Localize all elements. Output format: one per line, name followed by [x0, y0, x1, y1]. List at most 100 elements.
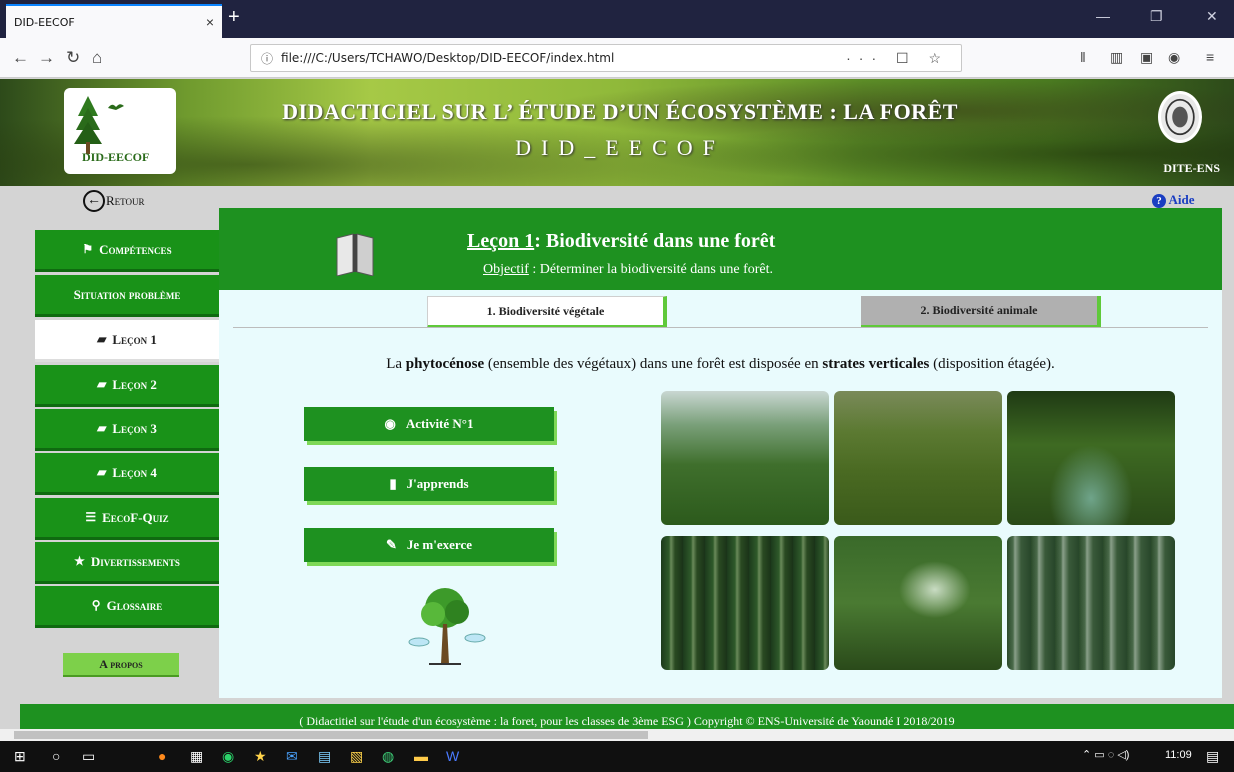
forest-texture [0, 79, 1234, 186]
forest-photo-5[interactable] [834, 536, 1002, 670]
main-panel: Leçon 1: Biodiversité dans une forêt Obj… [219, 208, 1222, 698]
search-icon: ⚲ [91, 598, 101, 612]
activite-button[interactable]: ◉ Activité N°1 [304, 407, 554, 441]
browser-tab-bar: DID-EECOF × + — ❐ ✕ [0, 0, 1234, 38]
restore-icon[interactable]: ❐ [1150, 8, 1163, 25]
book-icon: ▰ [97, 332, 107, 346]
lesson-number: Leçon 1 [467, 230, 535, 252]
forward-icon[interactable]: → [38, 48, 55, 68]
explorer-icon[interactable]: ▬ [414, 748, 428, 764]
folder-app-icon[interactable]: ▧ [350, 748, 363, 765]
sidebar-item-label: EecoF-Quiz [102, 509, 169, 525]
star-icon: ★ [74, 554, 85, 568]
tab-divider [233, 327, 1208, 328]
japprends-button[interactable]: ▮ J'apprends [304, 467, 554, 501]
firefox-icon[interactable]: ● [158, 748, 166, 764]
tray-icons[interactable]: ⌃ ▭ ◌ ◁) [1082, 748, 1129, 761]
sidebar-item-label: Leçon 1 [112, 331, 157, 347]
flag-icon: ⚑ [82, 242, 94, 256]
task-view-icon[interactable]: ▭ [82, 748, 95, 765]
help-link[interactable]: ? Aide [1152, 192, 1195, 208]
forest-photo-4[interactable] [661, 536, 829, 670]
windows-start-icon[interactable]: ⊞ [14, 748, 26, 765]
forest-photo-1[interactable] [661, 391, 829, 525]
intro-bold: phytocénose [405, 356, 485, 372]
sidebar-item-lecon-4[interactable]: ▰ Leçon 4 [35, 453, 219, 495]
browser-tab[interactable]: DID-EECOF × [6, 4, 222, 38]
je-mexerce-button[interactable]: ✎ Je m'exerce [304, 528, 554, 562]
extension-icon[interactable]: ▣ [1140, 49, 1153, 66]
site-banner: DID-EECOF DIDACTICIEL SUR L’ ÉTUDE D’UN … [0, 79, 1234, 186]
lesson-name: : Biodiversité dans une forêt [534, 230, 776, 252]
minimize-icon[interactable]: — [1096, 8, 1110, 24]
url-text[interactable]: file:///C:/Users/TCHAWO/Desktop/DID-EECO… [281, 51, 614, 65]
sidebar-item-glossaire[interactable]: ⚲ Glossaire [35, 586, 219, 628]
browser-nav-bar: ← → ↻ ⌂ ⓘ file:///C:/Users/TCHAWO/Deskto… [0, 38, 1234, 78]
tree-illustration-icon [408, 588, 486, 665]
page-actions[interactable]: ··· ☐ ☆ [846, 50, 949, 67]
browser-icon[interactable]: ◍ [382, 748, 394, 765]
about-button[interactable]: A propos [63, 653, 179, 677]
close-window-icon[interactable]: ✕ [1206, 8, 1218, 25]
tab-biodiversite-vegetale[interactable]: 1. Biodiversité végétale [427, 296, 667, 328]
university-seal-icon [1158, 91, 1202, 143]
sidebar-item-label: Leçon 4 [112, 464, 157, 480]
book-icon: ▰ [97, 465, 107, 479]
objective-label: Objectif [483, 262, 529, 277]
action-label: J'apprends [406, 476, 469, 491]
app-icon[interactable]: ▦ [190, 748, 203, 765]
library-icon[interactable]: ‖ [1080, 49, 1086, 65]
clock[interactable]: 11:09 [1165, 749, 1192, 761]
extension-icon-2[interactable]: ◉ [1168, 49, 1180, 66]
forest-photo-2[interactable] [834, 391, 1002, 525]
book-icon: ▮ [389, 476, 397, 491]
reload-icon[interactable]: ↻ [66, 48, 80, 68]
action-label: Je m'exerce [406, 537, 472, 552]
intro-bold: strates verticales [822, 356, 930, 372]
back-label: Retour [106, 193, 145, 208]
back-link[interactable]: ← Retour [83, 190, 145, 212]
notes-icon[interactable]: ▤ [318, 748, 331, 765]
notification-icon[interactable]: ▤ [1206, 748, 1219, 765]
sidebar-item-quiz[interactable]: ☰ EecoF-Quiz [35, 498, 219, 540]
site-logo[interactable]: DID-EECOF [64, 88, 176, 174]
sidebar-item-label: Leçon 2 [112, 376, 157, 392]
star-app-icon[interactable]: ★ [254, 748, 267, 765]
cortana-icon[interactable]: ○ [52, 748, 60, 764]
action-label: Activité N°1 [405, 416, 474, 431]
banner-subtitle: DID_EECOF [515, 135, 725, 160]
forest-photo-3[interactable] [1007, 391, 1175, 525]
mail-icon[interactable]: ✉ [286, 748, 298, 765]
sidebar-item-lecon-1[interactable]: ▰ Leçon 1 [35, 320, 219, 362]
url-bar[interactable]: ⓘ file:///C:/Users/TCHAWO/Desktop/DID-EE… [250, 44, 962, 72]
info-icon[interactable]: ⓘ [261, 50, 273, 67]
open-book-icon [336, 233, 374, 276]
word-icon[interactable]: W [446, 748, 459, 764]
tab-title: DID-EECOF [14, 15, 75, 29]
intro-part: (ensemble des végétaux) dans une forêt e… [484, 356, 823, 372]
lesson-title: Leçon 1: Biodiversité dans une forêt [467, 230, 775, 253]
back-icon[interactable]: ← [12, 48, 29, 68]
sidebar-item-competences[interactable]: ⚑ Compétences [35, 230, 219, 272]
sidebar-icon[interactable]: ▥ [1110, 49, 1123, 66]
question-icon: ? [1152, 194, 1166, 208]
whatsapp-icon[interactable]: ◉ [222, 748, 234, 765]
close-tab-icon[interactable]: × [206, 14, 214, 30]
sidebar-item-situation[interactable]: Situation problème [35, 275, 219, 317]
new-tab-button[interactable]: + [228, 6, 240, 29]
lesson-header: Leçon 1: Biodiversité dans une forêt Obj… [219, 208, 1222, 290]
sidebar-item-lecon-2[interactable]: ▰ Leçon 2 [35, 365, 219, 407]
horizontal-scrollbar[interactable] [0, 729, 1234, 741]
menu-icon[interactable]: ≡ [1206, 49, 1214, 65]
logo-text: DID-EECOF [82, 150, 150, 164]
objective-text: : Déterminer la biodiversité dans une fo… [528, 262, 774, 277]
forest-photo-6[interactable] [1007, 536, 1175, 670]
scrollbar-thumb[interactable] [14, 731, 648, 739]
sidebar-item-lecon-3[interactable]: ▰ Leçon 3 [35, 409, 219, 451]
banner-title: DIDACTICIEL SUR L’ ÉTUDE D’UN ÉCOSYSTÈME… [282, 99, 958, 124]
sidebar-item-divertissements[interactable]: ★ Divertissements [35, 542, 219, 584]
home-icon[interactable]: ⌂ [92, 48, 102, 68]
tree-logo-icon [74, 96, 102, 154]
book-icon: ▰ [97, 421, 107, 435]
tab-biodiversite-animale[interactable]: 2. Biodiversité animale [861, 296, 1101, 328]
